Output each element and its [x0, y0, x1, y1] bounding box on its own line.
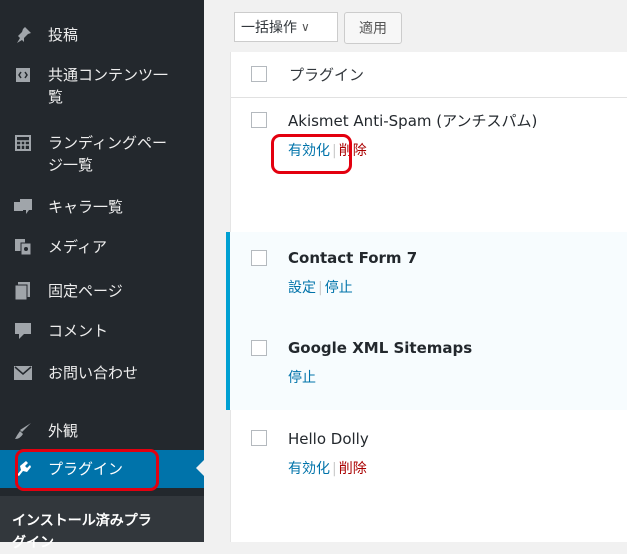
deactivate-link[interactable]: 停止: [325, 280, 353, 296]
row-actions: 停止: [288, 367, 316, 387]
sidebar-item-label: ランディングペー ジ一覧: [48, 134, 167, 174]
main-content: 一括操作 ∨ 適用 プラグイン Akismet Anti-Spam (アンチスパ…: [204, 0, 627, 542]
sidebar-item-media[interactable]: メディア: [0, 236, 204, 258]
submenu-item-label: インストール済みプラ グイン: [12, 513, 152, 551]
activate-link[interactable]: 有効化: [288, 461, 330, 477]
sidebar-item-label: 投稿: [48, 26, 79, 44]
page-icon: [12, 280, 34, 302]
current-menu-arrow: [196, 460, 204, 476]
sidebar-item-contact[interactable]: お問い合わせ: [0, 362, 204, 384]
row-actions: 有効化 | 削除: [288, 461, 367, 477]
plugins-table: プラグイン Akismet Anti-Spam (アンチスパム) 有効化 | 削除 …: [226, 52, 627, 542]
media-icon: [12, 236, 34, 258]
sidebar-item-landing-pages[interactable]: ランディングペー ジ一覧: [0, 132, 204, 176]
sidebar-item-label: コメント: [48, 322, 109, 340]
sidebar-item-label: メディア: [48, 238, 107, 256]
sidebar-item-label: お問い合わせ: [48, 364, 139, 382]
table-row: Google XML Sitemaps 停止: [226, 320, 627, 410]
chevron-down-icon: ∨: [301, 20, 310, 34]
sidebar-item-label: キャラ一覧: [48, 198, 124, 216]
row-checkbox[interactable]: [251, 430, 267, 446]
chat-icon: [12, 196, 34, 218]
submenu-installed-plugins[interactable]: インストール済みプラ グイン: [0, 496, 204, 551]
row-checkbox[interactable]: [251, 112, 267, 128]
brush-icon: [12, 420, 34, 442]
comment-icon: [12, 320, 34, 342]
sidebar-item-common-content[interactable]: 共通コンテンツ一 覧: [0, 64, 204, 108]
row-actions: 設定 | 停止: [288, 280, 353, 296]
highlight-annotation: [15, 449, 159, 491]
sidebar-item-label: 共通コンテンツ一 覧: [48, 66, 169, 106]
delete-link[interactable]: 削除: [339, 461, 367, 477]
plugin-name: Google XML Sitemaps: [288, 339, 473, 357]
table-row: Hello Dolly 有効化 | 削除: [231, 410, 627, 500]
mail-icon: [12, 362, 34, 384]
deactivate-link[interactable]: 停止: [288, 370, 316, 386]
sidebar-item-pages[interactable]: 固定ページ: [0, 280, 204, 302]
plugin-name: Contact Form 7: [288, 249, 418, 267]
row-checkbox[interactable]: [251, 340, 267, 356]
select-all-checkbox[interactable]: [251, 66, 267, 82]
table-row: Contact Form 7 設定 | 停止: [226, 232, 627, 320]
pin-icon: [12, 24, 34, 46]
row-checkbox[interactable]: [251, 250, 267, 266]
table-header: プラグイン: [231, 52, 627, 98]
sidebar-item-label: 外観: [48, 422, 79, 440]
sidebar-item-appearance[interactable]: 外観: [0, 420, 204, 442]
sidebar-item-comments[interactable]: コメント: [0, 320, 204, 342]
apply-button[interactable]: 適用: [344, 12, 402, 44]
sidebar-item-posts[interactable]: 投稿: [0, 24, 204, 46]
bulk-action-select[interactable]: 一括操作 ∨: [234, 12, 338, 42]
sidebar-item-label: 固定ページ: [48, 282, 123, 300]
grid-icon: [12, 132, 34, 154]
column-title-plugin: プラグイン: [289, 66, 365, 84]
sidebar-item-characters[interactable]: キャラ一覧: [0, 196, 204, 218]
bulk-action-label: 一括操作: [241, 20, 297, 36]
plugin-name: Hello Dolly: [288, 430, 369, 448]
highlight-annotation: [271, 134, 352, 174]
settings-link[interactable]: 設定: [288, 280, 316, 296]
plugin-name: Akismet Anti-Spam (アンチスパム): [288, 112, 538, 130]
code-icon: [12, 64, 34, 86]
